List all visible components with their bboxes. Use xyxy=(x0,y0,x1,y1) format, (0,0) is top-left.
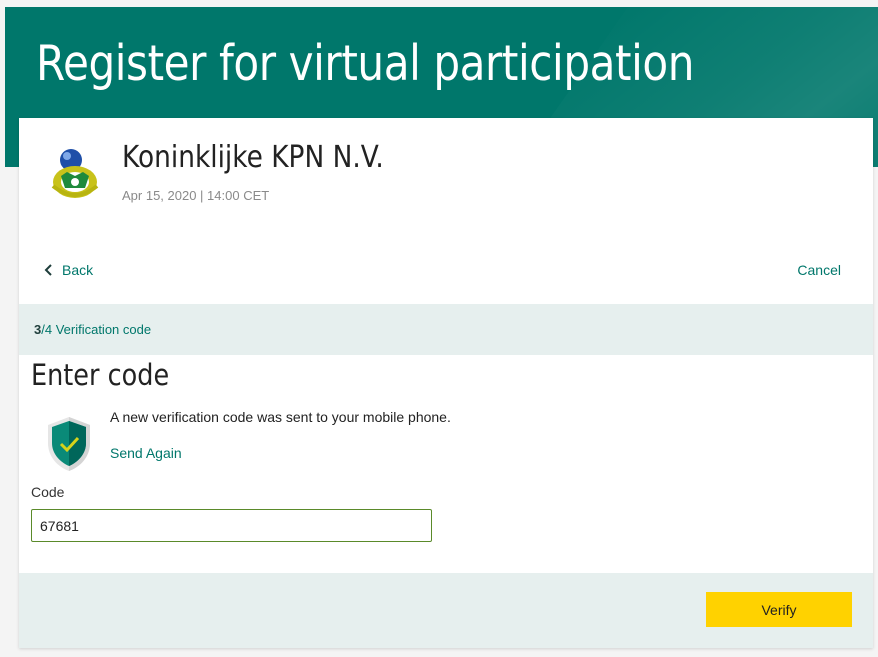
cancel-button[interactable]: Cancel xyxy=(797,262,841,278)
step-indicator: 3/4 Verification code xyxy=(19,304,873,355)
kpn-logo xyxy=(51,149,99,198)
step-text: 3/4 Verification code xyxy=(34,322,151,337)
meeting-date: Apr 15, 2020 | 14:00 CET xyxy=(122,188,270,203)
verify-button[interactable]: Verify xyxy=(706,592,852,627)
shield-check-icon xyxy=(48,417,90,471)
form-footer: Verify xyxy=(19,573,873,648)
code-label: Code xyxy=(31,484,65,500)
registration-card: Koninklijke KPN N.V. Apr 15, 2020 | 14:0… xyxy=(19,118,873,648)
page-title: Register for virtual participation xyxy=(36,35,695,92)
code-input[interactable] xyxy=(31,509,432,542)
section-title: Enter code xyxy=(31,358,170,392)
back-button[interactable]: Back xyxy=(44,262,93,278)
chevron-left-icon xyxy=(44,264,52,276)
verification-message: A new verification code was sent to your… xyxy=(110,409,451,425)
step-label: /4 Verification code xyxy=(41,322,152,337)
send-again-link[interactable]: Send Again xyxy=(110,445,182,461)
back-label: Back xyxy=(62,262,94,278)
company-name: Koninklijke KPN N.V. xyxy=(122,140,384,175)
